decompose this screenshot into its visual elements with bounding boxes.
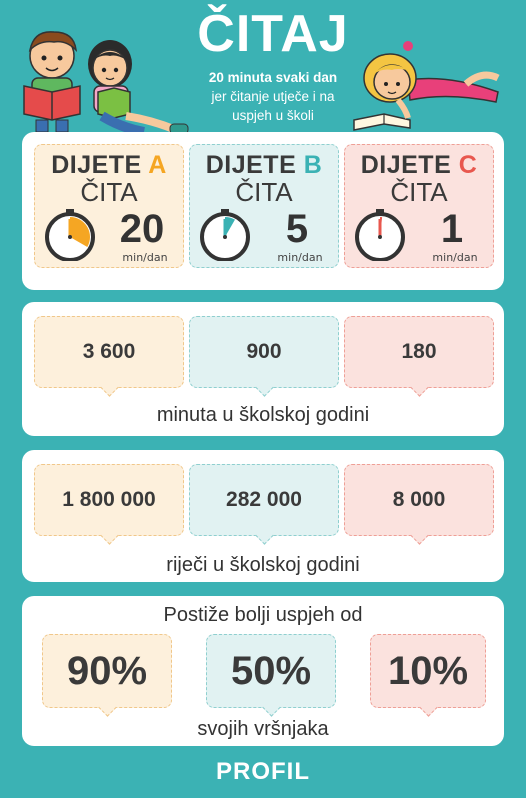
bubble-tail: [98, 698, 117, 717]
minutes-caption: minuta u školskoj godini: [156, 404, 370, 426]
bubble-tail: [255, 378, 274, 397]
kid-b-label: DIJETE: [205, 151, 297, 179]
minutes-c-value: 180: [401, 340, 437, 363]
words-caption: riječi u školskoj godini: [166, 554, 360, 576]
success-a-bubble: 90%: [42, 634, 172, 717]
kid-a-letter: A: [148, 151, 167, 179]
kid-c-unit: min/dan: [432, 251, 478, 264]
kid-a-name: DIJETE A: [35, 151, 183, 180]
words-a-value: 1 800 000: [62, 488, 156, 511]
minutes-c-bubble: 180: [344, 316, 494, 397]
success-c-value: 10%: [387, 648, 469, 693]
minutes-b-value: 900: [246, 340, 282, 363]
kid-b-unit: min/dan: [277, 251, 323, 264]
stopwatch-center: [68, 235, 72, 239]
kid-c-letter: C: [458, 151, 478, 179]
stopwatch-center: [378, 235, 382, 239]
kid-c-reads: ČITA: [390, 177, 448, 207]
page-title: ČITAJ: [197, 5, 349, 63]
success-a-value: 90%: [66, 648, 148, 693]
minutes-b-bubble: 900: [189, 316, 339, 397]
kid-c-box: DIJETE C ČITA 1 min/dan: [344, 144, 494, 268]
kid-a-reads: ČITA: [80, 177, 138, 207]
kid-a-label: DIJETE: [51, 151, 142, 179]
minutes-card: 3 600 900 180 minuta u školskoj godini: [22, 302, 504, 436]
kids-card: DIJETE A ČITA 20 min/dan DIJETE B ČITA 5…: [22, 132, 504, 290]
stopwatch-center: [223, 235, 227, 239]
kid-a-unit: min/dan: [122, 251, 168, 264]
kid-c-label: DIJETE: [360, 151, 452, 179]
kid-c-name: DIJETE C: [345, 151, 493, 180]
bubble-tail: [419, 698, 438, 717]
words-c-bubble: 8 000: [344, 464, 494, 545]
bubble-tail: [255, 526, 274, 545]
bubble-tail: [410, 378, 429, 397]
kid-c-minutes: 1: [440, 207, 464, 251]
girl-reading-illustration: [88, 40, 189, 137]
stopwatch-icon: [45, 209, 95, 261]
kid-b-minutes: 5: [285, 207, 309, 251]
kid-b-reads: ČITA: [235, 177, 293, 207]
success-b-value: 50%: [230, 648, 312, 693]
words-card: 1 800 000 282 000 8 000 riječi u školsko…: [22, 450, 504, 582]
minutes-a-bubble: 3 600: [34, 316, 184, 397]
success-card: Postiže bolji uspjeh od 90% 50% 10% svoj…: [22, 596, 504, 746]
stopwatch-icon: [355, 209, 405, 261]
kid-b-name: DIJETE B: [190, 151, 338, 180]
words-a-bubble: 1 800 000: [34, 464, 184, 545]
words-b-value: 282 000: [226, 488, 302, 511]
words-c-value: 8 000: [392, 488, 446, 511]
brand-logo: PROFIL: [216, 758, 310, 785]
kid-b-letter: B: [303, 151, 323, 179]
kid-a-box: DIJETE A ČITA 20 min/dan: [34, 144, 184, 268]
bubble-tail: [100, 378, 119, 397]
success-c-bubble: 10%: [370, 634, 486, 717]
stopwatch-icon: [200, 209, 250, 261]
bubble-tail: [100, 526, 119, 545]
success-caption: svojih vršnjaka: [197, 718, 329, 740]
success-heading: Postiže bolji uspjeh od: [163, 604, 363, 626]
words-b-bubble: 282 000: [189, 464, 339, 545]
kid-a-minutes: 20: [119, 207, 165, 251]
minutes-a-value: 3 600: [82, 340, 136, 363]
kid-b-box: DIJETE B ČITA 5 min/dan: [189, 144, 339, 268]
bubble-tail: [410, 526, 429, 545]
bubble-tail: [262, 698, 281, 717]
girl-lying-reading-illustration: [353, 41, 500, 131]
success-b-bubble: 50%: [206, 634, 336, 717]
